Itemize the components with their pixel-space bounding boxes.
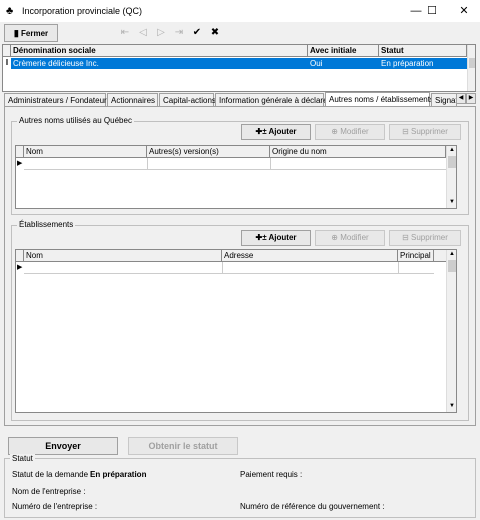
cancel-icon[interactable]: ✖ <box>208 26 222 40</box>
other-names-scrollbar[interactable]: ▲ ▼ <box>446 146 456 208</box>
column-header-name[interactable]: Nom <box>24 250 222 262</box>
companies-grid-header: Dénomination sociale Avec initiale Statu… <box>3 45 475 57</box>
company-name-label: Nom de l'entreprise : <box>12 487 86 496</box>
table-row[interactable] <box>24 262 434 274</box>
current-row-icon: ▶ <box>17 160 23 167</box>
companies-grid: Dénomination sociale Avec initiale Statu… <box>2 44 476 92</box>
scroll-up-icon[interactable]: ▲ <box>448 251 456 257</box>
delete-icon: ⊟ <box>402 127 409 136</box>
scrollbar-thumb[interactable] <box>448 260 456 272</box>
delete-establishment-button-label: Supprimer <box>411 233 448 242</box>
row-indicator-header <box>16 146 24 158</box>
current-row-icon: ▶ <box>17 264 23 271</box>
delete-icon: ⊟ <box>402 233 409 242</box>
add-establishment-button[interactable]: ✚± Ajouter <box>241 230 311 246</box>
cell-divider <box>270 158 271 170</box>
add-name-button-label: Ajouter <box>268 127 297 136</box>
tab-signature[interactable]: Signat <box>431 93 457 107</box>
column-header-denomination[interactable]: Dénomination sociale <box>11 45 308 57</box>
cell-divider <box>147 158 148 170</box>
tab-panel-other-names: Autres noms utilisés au Québec ✚± Ajoute… <box>4 106 476 426</box>
magnifier-icon: ⊕ <box>331 127 338 136</box>
column-header-name[interactable]: Nom <box>24 146 147 158</box>
scrollbar-thumb[interactable] <box>448 156 456 168</box>
delete-name-button[interactable]: ⊟ Supprimer <box>389 124 461 140</box>
cell-initial: Oui <box>310 59 323 68</box>
check-icon[interactable]: ✔ <box>190 26 204 40</box>
scroll-down-icon[interactable]: ▼ <box>448 403 456 409</box>
send-button[interactable]: Envoyer <box>8 437 118 455</box>
close-button-label: Fermer <box>21 29 49 38</box>
request-status-value: En préparation <box>90 470 147 479</box>
door-icon: ▮ <box>13 28 19 38</box>
maximize-button[interactable]: ☐ <box>416 0 448 22</box>
establishments-scrollbar[interactable]: ▲ ▼ <box>446 250 456 412</box>
tab-share-capital[interactable]: Capital-actions <box>159 93 216 107</box>
scroll-up-icon[interactable]: ▲ <box>448 147 456 153</box>
tab-other-names[interactable]: Autres noms / établissements <box>325 92 434 107</box>
column-header-initial[interactable]: Avec initiale <box>308 45 379 57</box>
toolbar <box>0 22 480 44</box>
scroll-down-icon[interactable]: ▼ <box>448 199 456 205</box>
row-indicator-header <box>16 250 24 262</box>
modify-name-button[interactable]: ⊕ Modifier <box>315 124 385 140</box>
scrollbar-thumb[interactable] <box>469 58 475 68</box>
establishments-grid-header: Nom Adresse Principal <box>16 250 446 262</box>
tab-shareholders[interactable]: Actionnaires <box>107 93 158 107</box>
cell-divider <box>398 262 399 274</box>
cell-divider <box>222 262 223 274</box>
last-icon[interactable]: ⇥ <box>172 26 186 40</box>
close-button[interactable]: ▮ Fermer <box>4 24 58 42</box>
cell-status: En préparation <box>381 59 434 68</box>
add-icon: ✚± <box>255 127 267 136</box>
row-indicator-header <box>3 45 11 57</box>
payment-label: Paiement requis : <box>240 470 303 479</box>
add-name-button[interactable]: ✚± Ajouter <box>241 124 311 140</box>
tab-administrators[interactable]: Administrateurs / Fondateurs <box>4 93 111 107</box>
tab-scroll-right-icon[interactable]: ▶ <box>466 93 476 104</box>
title-bar: ♣ Incorporation provinciale (QC) — ☐ ✕ <box>0 0 480 22</box>
tab-scroll-left-icon[interactable]: ◀ <box>456 93 466 104</box>
previous-icon[interactable]: ◁ <box>136 26 150 40</box>
close-window-button[interactable]: ✕ <box>448 0 480 22</box>
modify-establishment-button[interactable]: ⊕ Modifier <box>315 230 385 246</box>
column-header-status[interactable]: Statut <box>379 45 467 57</box>
column-header-address[interactable]: Adresse <box>222 250 398 262</box>
request-status-label: Statut de la demande : <box>12 470 93 479</box>
window-title: Incorporation provinciale (QC) <box>22 6 143 16</box>
modify-name-button-label: Modifier <box>340 127 369 136</box>
delete-name-button-label: Supprimer <box>411 127 448 136</box>
add-establishment-button-label: Ajouter <box>268 233 297 242</box>
row-indicator: I <box>5 58 9 67</box>
cell-denomination: Crèmerie délicieuse Inc. <box>13 59 99 68</box>
tab-general-info[interactable]: Information générale à déclarer <box>215 93 330 107</box>
add-icon: ✚± <box>255 233 267 242</box>
gov-ref-label: Numéro de référence du gouvernement : <box>240 502 385 511</box>
table-row[interactable]: Crèmerie délicieuse Inc. Oui En préparat… <box>11 58 467 69</box>
column-header-versions[interactable]: Autres(s) version(s) <box>147 146 270 158</box>
table-row[interactable] <box>24 158 446 170</box>
delete-establishment-button[interactable]: ⊟ Supprimer <box>389 230 461 246</box>
first-icon[interactable]: ⇤ <box>118 26 132 40</box>
other-names-grid: Nom Autres(s) version(s) Origine du nom … <box>15 145 457 209</box>
establishments-legend: Établissements <box>17 220 76 229</box>
establishments-grid: Nom Adresse Principal ▶ ▲ ▼ <box>15 249 457 413</box>
modify-establishment-button-label: Modifier <box>340 233 369 242</box>
app-icon: ♣ <box>6 5 14 17</box>
company-number-label: Numéro de l'entreprise : <box>12 502 98 511</box>
magnifier-icon: ⊕ <box>331 233 338 242</box>
other-names-grid-header: Nom Autres(s) version(s) Origine du nom <box>16 146 446 158</box>
status-legend: Statut <box>10 454 35 463</box>
companies-scrollbar[interactable] <box>467 45 475 91</box>
tab-strip: Administrateurs / Fondateurs Actionnaire… <box>4 92 476 107</box>
column-header-principal[interactable]: Principal <box>398 250 434 262</box>
column-header-origin[interactable]: Origine du nom <box>270 146 446 158</box>
get-status-button[interactable]: Obtenir le statut <box>128 437 238 455</box>
next-icon[interactable]: ▷ <box>154 26 168 40</box>
other-names-legend: Autres noms utilisés au Québec <box>17 116 134 125</box>
